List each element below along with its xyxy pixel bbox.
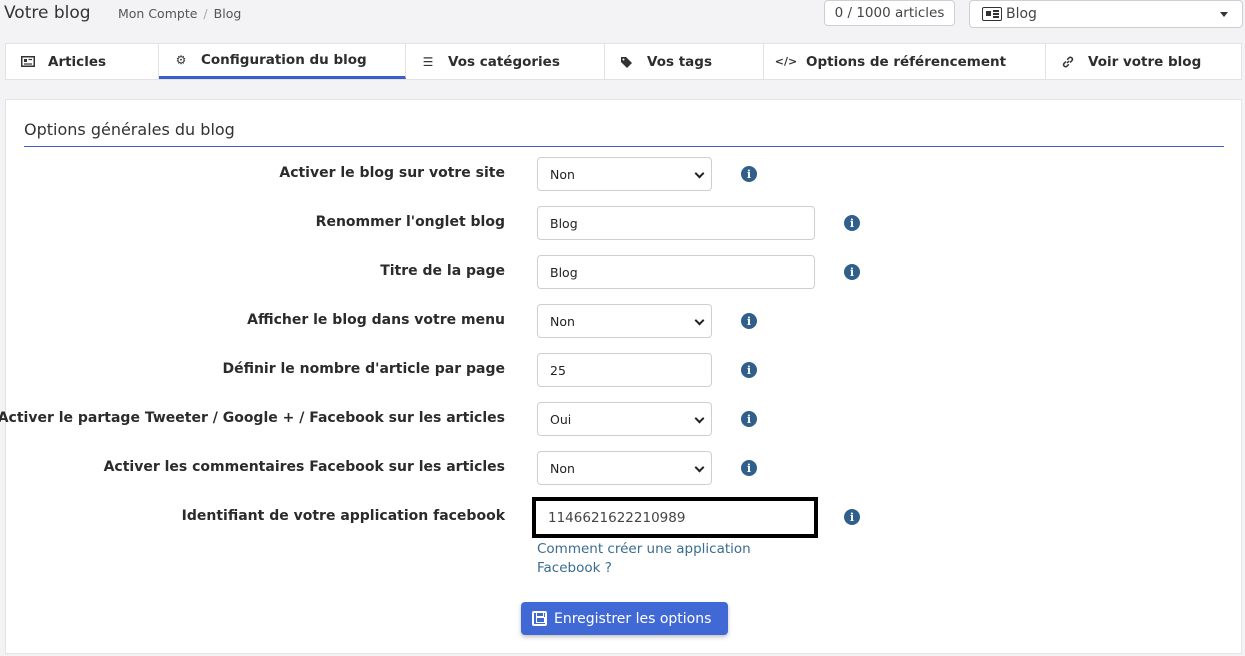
- select-value: Non: [550, 460, 575, 476]
- field-label-enable-blog: Activer le blog sur votre site: [279, 165, 505, 181]
- tab-articles[interactable]: Articles: [6, 44, 159, 79]
- breadcrumb-item-blog: Blog: [213, 6, 242, 21]
- enable-blog-select[interactable]: Non: [537, 157, 712, 191]
- section-title: Options générales du blog: [24, 120, 235, 139]
- tab-view-blog[interactable]: Voir votre blog: [1046, 44, 1241, 79]
- tab-seo-options[interactable]: </> Options de référencement: [764, 44, 1046, 79]
- article-counter: 0 / 1000 articles: [824, 0, 955, 26]
- save-options-label: Enregistrer les options: [554, 610, 712, 627]
- top-bar: Votre blog Mon Compte / Blog 0 / 1000 ar…: [0, 0, 1245, 32]
- breadcrumb-separator: /: [203, 6, 208, 21]
- info-icon[interactable]: i: [844, 509, 860, 525]
- chevron-down-icon: [694, 168, 705, 179]
- breadcrumb: Mon Compte / Blog: [118, 6, 241, 21]
- save-icon: [532, 611, 547, 626]
- show-in-menu-select[interactable]: Non: [537, 304, 712, 338]
- newspaper-icon: [982, 7, 1002, 21]
- link-icon: [1060, 55, 1076, 69]
- select-value: Non: [550, 313, 575, 329]
- select-value: Oui: [550, 411, 572, 427]
- facebook-app-id-input[interactable]: 1146621622210989: [532, 497, 818, 538]
- field-label-rename-tab: Renommer l'onglet blog: [315, 214, 505, 230]
- tab-label: Configuration du blog: [201, 52, 367, 68]
- field-label-facebook-app-id: Identifiant de votre application faceboo…: [181, 508, 505, 524]
- tab-label: Articles: [48, 53, 107, 70]
- section-divider: [24, 146, 1224, 147]
- articles-per-page-input[interactable]: 25: [537, 353, 712, 387]
- blog-options-panel: Options générales du blog Activer le blo…: [0, 99, 1242, 654]
- blog-selector[interactable]: Blog: [969, 0, 1243, 28]
- chevron-down-icon: [694, 413, 705, 424]
- info-icon[interactable]: i: [844, 215, 860, 231]
- tab-categories[interactable]: ☰ Vos catégories: [406, 44, 605, 79]
- gear-icon: ⚙: [175, 53, 187, 67]
- info-icon[interactable]: i: [741, 460, 757, 476]
- facebook-comments-select[interactable]: Non: [537, 451, 712, 485]
- info-icon[interactable]: i: [741, 166, 757, 182]
- field-label-social-sharing: Activer le partage Tweeter / Google + / …: [0, 410, 505, 426]
- breadcrumb-item-account[interactable]: Mon Compte: [118, 6, 197, 21]
- tab-label: Options de référencement: [806, 53, 1007, 70]
- tags-icon: [619, 56, 635, 68]
- field-label-page-title: Titre de la page: [380, 263, 505, 279]
- tab-configuration[interactable]: ⚙ Configuration du blog: [159, 44, 406, 79]
- tab-bar: Articles ⚙ Configuration du blog ☰ Vos c…: [5, 43, 1242, 80]
- rename-tab-input[interactable]: Blog: [537, 206, 815, 240]
- info-icon[interactable]: i: [741, 411, 757, 427]
- tab-tags[interactable]: Vos tags: [605, 44, 764, 79]
- caret-down-icon: [1220, 12, 1228, 17]
- code-icon: </>: [774, 55, 798, 68]
- blog-selector-value: Blog: [1006, 6, 1037, 22]
- page-title-input[interactable]: Blog: [537, 255, 815, 289]
- info-icon[interactable]: i: [844, 264, 860, 280]
- info-icon[interactable]: i: [741, 313, 757, 329]
- tab-label: Vos catégories: [448, 53, 560, 70]
- social-sharing-select[interactable]: Oui: [537, 402, 712, 436]
- chevron-down-icon: [694, 315, 705, 326]
- facebook-app-help-link[interactable]: Comment créer une application Facebook ?: [537, 540, 777, 578]
- list-icon: ☰: [422, 54, 434, 69]
- select-value: Non: [550, 166, 575, 182]
- field-label-articles-per-page: Définir le nombre d'article par page: [222, 361, 505, 377]
- info-icon[interactable]: i: [741, 362, 757, 378]
- field-label-show-in-menu: Afficher le blog dans votre menu: [247, 312, 505, 328]
- tab-label: Vos tags: [647, 53, 712, 70]
- chevron-down-icon: [694, 462, 705, 473]
- field-label-facebook-comments: Activer les commentaires Facebook sur le…: [103, 459, 505, 475]
- tab-label: Voir votre blog: [1088, 53, 1202, 70]
- page-title: Votre blog: [4, 3, 91, 23]
- newspaper-icon: [20, 56, 36, 67]
- save-options-button[interactable]: Enregistrer les options: [521, 602, 728, 635]
